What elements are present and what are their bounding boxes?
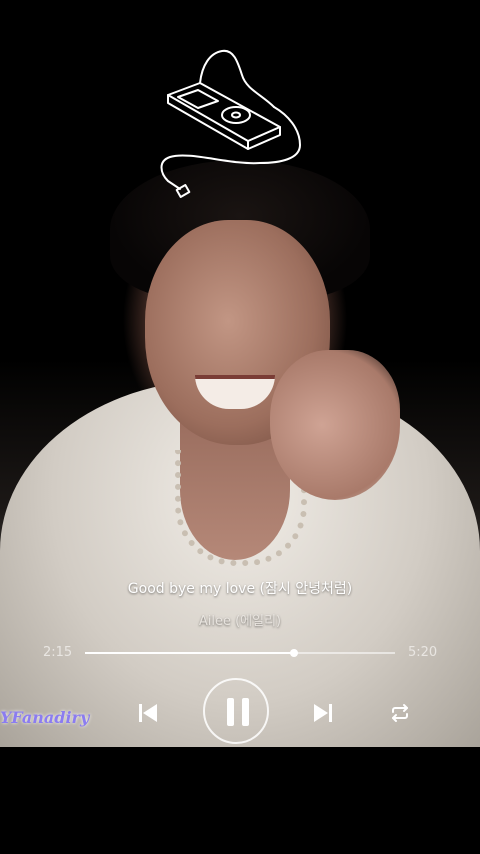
- skip-next-icon: [314, 704, 332, 722]
- progress-fill: [85, 652, 295, 654]
- pause-button[interactable]: [203, 678, 269, 744]
- skip-previous-icon: [139, 704, 157, 722]
- watermark: YFanadiry: [0, 708, 90, 727]
- previous-button[interactable]: [135, 700, 161, 726]
- song-title: Good bye my love (잠시 안녕처럼): [127, 581, 353, 597]
- repeat-icon: [392, 704, 408, 722]
- hand: [270, 350, 400, 500]
- progress-bar[interactable]: [85, 649, 395, 657]
- total-time: 5:20: [408, 645, 438, 660]
- next-button[interactable]: [310, 700, 336, 726]
- elapsed-time: 2:15: [43, 645, 73, 660]
- repeat-button[interactable]: [388, 701, 412, 725]
- ipod-doodle-icon: [160, 49, 301, 198]
- artist-name: Ailee (에일리): [198, 614, 282, 629]
